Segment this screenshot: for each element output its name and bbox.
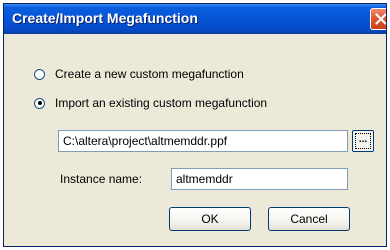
instance-name-label: Instance name: (60, 172, 143, 186)
import-existing-label: Import an existing custom megafunction (55, 96, 268, 110)
import-existing-radio[interactable] (34, 97, 45, 109)
title-bar[interactable]: Create/Import Megafunction (4, 4, 386, 34)
browse-button-label: ... (355, 133, 371, 149)
ok-button[interactable]: OK (169, 207, 251, 231)
radio-selected-dot (37, 101, 42, 105)
file-path-field[interactable]: C:\altera\project\altmemddr.ppf (58, 130, 348, 152)
create-new-option[interactable]: Create a new custom megafunction (34, 66, 244, 82)
close-icon (375, 13, 386, 25)
instance-name-field[interactable]: altmemddr (171, 168, 348, 190)
create-new-radio[interactable] (34, 68, 45, 80)
browse-button[interactable]: ... (352, 130, 374, 152)
create-import-megafunction-dialog: Create/Import Megafunction Create a new … (3, 3, 387, 247)
create-new-label: Create a new custom megafunction (55, 67, 244, 81)
close-button[interactable] (370, 8, 386, 30)
cancel-button[interactable]: Cancel (268, 207, 350, 231)
dialog-title: Create/Import Megafunction (12, 10, 198, 26)
import-existing-option[interactable]: Import an existing custom megafunction (34, 95, 267, 111)
